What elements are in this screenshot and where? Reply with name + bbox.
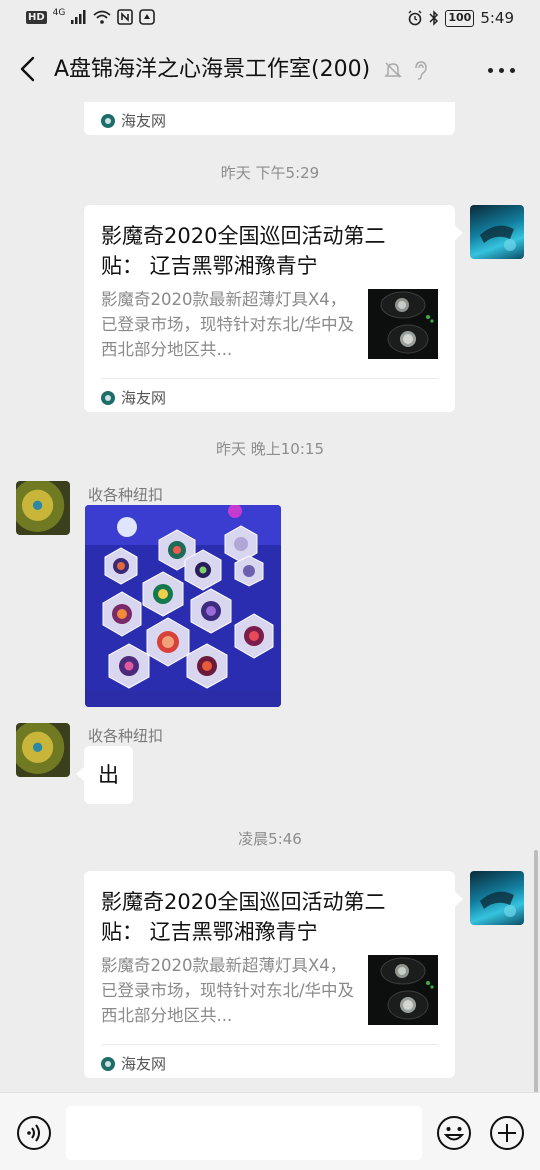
nfc-icon xyxy=(117,9,134,25)
chat-title: A盘锦海洋之心海景工作室(200) xyxy=(54,57,371,82)
haiyou-logo-icon xyxy=(101,390,115,405)
card-source-label: 海友网 xyxy=(121,1055,167,1073)
coral-photo[interactable] xyxy=(85,505,281,707)
link-card[interactable]: 影魔奇2020全国巡回活动第二贴： 辽吉黑鄂湘豫青宁 影魔奇2020款最新超薄灯… xyxy=(84,205,455,412)
bubble-tail xyxy=(455,226,463,240)
bubble-tail xyxy=(76,767,84,781)
card-title: 影魔奇2020全国巡回活动第二贴： 辽吉黑鄂湘豫青宁 xyxy=(101,224,386,278)
haiyou-logo-icon xyxy=(101,1056,115,1071)
timestamp: 昨天 下午5:29 xyxy=(220,164,320,182)
card-thumbnail xyxy=(368,955,438,1025)
ear-icon xyxy=(415,61,427,80)
card-source: 海友网 xyxy=(101,387,166,408)
card-source: 海友网 xyxy=(101,1053,166,1074)
status-right: 100 5:49 xyxy=(407,9,514,27)
plus-icon[interactable] xyxy=(489,1115,525,1151)
timestamp: 凌晨5:46 xyxy=(238,830,302,848)
bell-off-icon xyxy=(384,62,402,78)
avatar[interactable] xyxy=(470,205,524,259)
link-card[interactable]: 影魔奇2020全国巡回活动第二贴： 辽吉黑鄂湘豫青宁 影魔奇2020款最新超薄灯… xyxy=(84,871,455,1078)
card-divider xyxy=(101,1044,438,1045)
clock: 5:49 xyxy=(480,9,514,27)
network-label: 4G xyxy=(52,8,66,18)
battery-indicator: 100 xyxy=(445,9,475,27)
chat-area[interactable]: 海友网 昨天 下午5:29 影魔奇2020全国巡回活动第二贴： 辽吉黑鄂湘豫青宁… xyxy=(0,102,540,1092)
more-horizontal-icon[interactable] xyxy=(488,68,516,76)
card-title: 影魔奇2020全国巡回活动第二贴： 辽吉黑鄂湘豫青宁 xyxy=(101,890,386,944)
card-description: 影魔奇2020款最新超薄灯具X4，已登录市场，现特针对东北/华中及西北部分地区共… xyxy=(101,956,355,1025)
avatar[interactable] xyxy=(470,871,524,925)
avatar[interactable] xyxy=(16,723,70,777)
haiyou-logo-icon xyxy=(101,113,115,128)
signal-icon xyxy=(71,10,86,24)
status-left: HD 4G xyxy=(26,8,156,25)
sender-name: 收各种纽扣 xyxy=(88,727,164,745)
link-card-partial[interactable]: 海友网 xyxy=(84,102,455,135)
avatar[interactable] xyxy=(16,481,70,535)
chat-scrollbar[interactable] xyxy=(534,850,538,1096)
status-bar: HD 4G 100 5:49 xyxy=(0,0,540,38)
emoji-icon[interactable] xyxy=(436,1115,472,1151)
message-input[interactable] xyxy=(66,1106,422,1160)
card-divider xyxy=(101,378,438,379)
card-source-label: 海友网 xyxy=(121,389,167,407)
timestamp: 昨天 晚上10:15 xyxy=(216,440,324,458)
aquarium-light-image xyxy=(368,289,438,359)
hd-label: HD xyxy=(26,10,47,24)
sender-name: 收各种纽扣 xyxy=(88,486,164,504)
chevron-left-icon[interactable] xyxy=(14,54,44,84)
text-message[interactable]: 出 xyxy=(84,746,133,804)
card-thumbnail xyxy=(368,289,438,359)
card-source: 海友网 xyxy=(101,110,166,131)
aquarium-light-image xyxy=(368,955,438,1025)
chat-header: A盘锦海洋之心海景工作室(200) xyxy=(0,38,540,102)
wifi-icon xyxy=(93,10,111,24)
voice-icon[interactable] xyxy=(16,1115,52,1151)
zoanthid-coral-image xyxy=(85,505,281,707)
card-source-label: 海友网 xyxy=(121,112,167,130)
alarm-icon xyxy=(408,10,422,26)
bubble-tail xyxy=(455,892,463,906)
card-description: 影魔奇2020款最新超薄灯具X4，已登录市场，现特针对东北/华中及西北部分地区共… xyxy=(101,290,355,359)
shield-app-icon xyxy=(139,9,156,25)
bluetooth-icon xyxy=(429,10,439,26)
input-bar xyxy=(0,1092,540,1170)
